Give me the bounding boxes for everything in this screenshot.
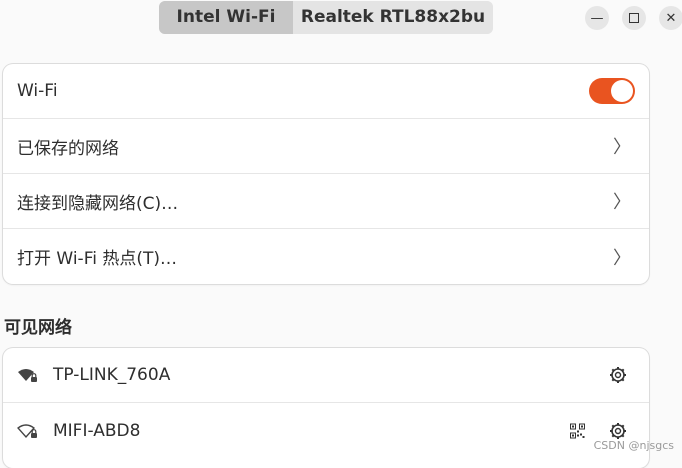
visible-networks-card: TP-LINK_760A MIFI-ABD8 (3, 348, 649, 468)
network-ssid: TP-LINK_760A (53, 365, 170, 385)
saved-networks-label: 已保存的网络 (17, 134, 119, 159)
wifi-toggle-row: Wi-Fi (3, 64, 649, 119)
close-icon: ✕ (666, 11, 677, 26)
wifi-label: Wi-Fi (17, 81, 58, 101)
minimize-button[interactable]: — (585, 6, 609, 30)
chevron-right-icon: 〉 (613, 188, 631, 214)
network-ssid: MIFI-ABD8 (53, 421, 140, 441)
visible-networks-title: 可见网络 (4, 313, 72, 338)
connect-hidden-row[interactable]: 连接到隐藏网络(C)… 〉 (3, 174, 649, 229)
tab-realtek[interactable]: Realtek RTL88x2bu (293, 1, 493, 34)
saved-networks-row[interactable]: 已保存的网络 〉 (3, 119, 649, 174)
connect-hidden-label: 连接到隐藏网络(C)… (17, 189, 178, 214)
wifi-settings-card: Wi-Fi 已保存的网络 〉 连接到隐藏网络(C)… 〉 打开 Wi-Fi 热点… (3, 64, 649, 284)
hotspot-label: 打开 Wi-Fi 热点(T)… (17, 244, 177, 269)
close-button[interactable]: ✕ (659, 6, 682, 30)
gear-icon[interactable] (609, 422, 627, 440)
wifi-locked-icon (17, 366, 39, 384)
qr-code-icon[interactable] (570, 423, 585, 438)
watermark: CSDN @njsgcs (594, 439, 674, 452)
network-row[interactable]: TP-LINK_760A (3, 348, 649, 403)
network-row[interactable]: MIFI-ABD8 (3, 403, 649, 458)
wifi-locked-icon (17, 422, 39, 440)
chevron-right-icon: 〉 (613, 244, 631, 270)
gear-icon[interactable] (609, 366, 627, 384)
header-bar: Intel Wi-Fi Realtek RTL88x2bu — ✕ (0, 0, 682, 40)
maximize-button[interactable] (622, 6, 646, 30)
maximize-icon (629, 13, 639, 23)
chevron-right-icon: 〉 (613, 133, 631, 159)
toggle-knob (611, 80, 633, 102)
hotspot-row[interactable]: 打开 Wi-Fi 热点(T)… 〉 (3, 229, 649, 284)
minimize-icon: — (591, 11, 604, 26)
wifi-toggle[interactable] (589, 78, 635, 104)
tab-intel-wifi[interactable]: Intel Wi-Fi (159, 1, 293, 34)
adapter-tabs: Intel Wi-Fi Realtek RTL88x2bu (159, 1, 493, 34)
